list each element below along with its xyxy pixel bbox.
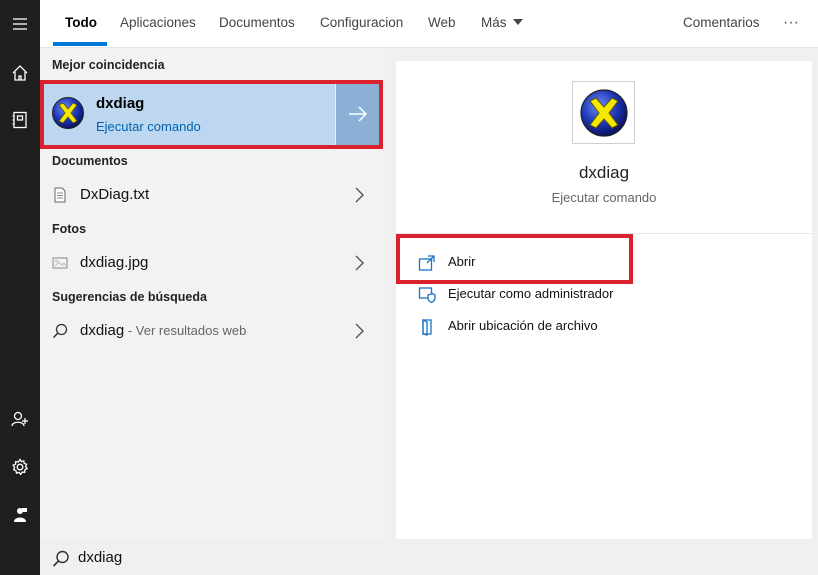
add-account-icon[interactable] — [0, 399, 40, 439]
tab-settings-label: Configuracion — [320, 15, 404, 30]
action-open-file-location[interactable]: Abrir ubicación de archivo — [418, 316, 798, 338]
search-icon — [52, 323, 68, 339]
search-scope-tabs: Todo Aplicaciones Documentos Configuraci… — [40, 0, 818, 48]
suggestion-text: dxdiag - Ver resultados web — [80, 322, 246, 339]
document-name: DxDiag.txt — [80, 186, 150, 203]
home-icon[interactable] — [0, 53, 40, 93]
more-options-button[interactable]: ··· — [783, 0, 799, 46]
tab-more-label: Más — [481, 15, 507, 30]
search-icon — [52, 550, 69, 567]
file-location-icon — [422, 318, 432, 336]
tab-web[interactable]: Web — [428, 0, 456, 46]
admin-shield-icon — [418, 287, 436, 304]
document-result-item[interactable]: DxDiag.txt — [40, 180, 384, 210]
chevron-right-icon[interactable] — [353, 254, 365, 272]
search-suggestions-heading: Sugerencias de búsqueda — [52, 290, 207, 304]
hamburger-menu-icon[interactable] — [0, 4, 40, 44]
tab-settings[interactable]: Configuracion — [320, 0, 403, 46]
tab-all[interactable]: Todo — [65, 0, 97, 46]
photo-result-item[interactable]: dxdiag.jpg — [40, 248, 384, 278]
tab-more[interactable]: Más — [481, 0, 523, 46]
image-file-icon — [52, 257, 68, 269]
left-rail — [0, 0, 40, 575]
action-open-file-location-label: Abrir ubicación de archivo — [448, 318, 598, 333]
preview-panel: dxdiag Ejecutar comando Abrir Ejecutar c… — [396, 61, 812, 539]
chevron-down-icon — [512, 19, 523, 26]
feedback-link[interactable]: Comentarios — [683, 0, 760, 46]
feedback-label: Comentarios — [683, 15, 760, 30]
action-run-as-admin[interactable]: Ejecutar como administrador — [418, 284, 798, 306]
suggestion-query: dxdiag — [80, 322, 125, 339]
suggestion-hint: - Ver resultados web — [124, 323, 247, 338]
directx-icon — [579, 88, 628, 137]
highlight-box-best-match — [40, 80, 383, 149]
documents-heading: Documentos — [52, 154, 128, 168]
photos-heading: Fotos — [52, 222, 87, 236]
text-file-icon — [54, 187, 66, 203]
highlight-box-open-action — [396, 234, 633, 284]
tab-apps-label: Aplicaciones — [120, 15, 196, 30]
more-options-icon: ··· — [783, 14, 799, 31]
chevron-right-icon[interactable] — [353, 186, 365, 204]
web-suggestion-item[interactable]: dxdiag - Ver resultados web — [40, 316, 384, 346]
search-bar — [40, 540, 818, 575]
active-tab-indicator — [53, 42, 107, 46]
best-match-heading: Mejor coincidencia — [52, 58, 165, 72]
action-run-as-admin-label: Ejecutar como administrador — [448, 286, 614, 301]
preview-title: dxdiag — [578, 163, 630, 182]
tab-all-label: Todo — [65, 15, 97, 30]
notebook-icon[interactable] — [0, 100, 40, 140]
preview-subtitle: Ejecutar comando — [551, 190, 657, 205]
search-input[interactable] — [78, 544, 578, 570]
app-icon-frame — [572, 81, 635, 144]
settings-gear-icon[interactable] — [0, 447, 40, 487]
tab-web-label: Web — [428, 15, 456, 30]
tab-documents[interactable]: Documentos — [219, 0, 295, 46]
tab-apps[interactable]: Aplicaciones — [120, 0, 196, 46]
tab-documents-label: Documentos — [219, 15, 295, 30]
feedback-person-icon[interactable] — [0, 495, 40, 535]
photo-name: dxdiag.jpg — [80, 254, 149, 271]
chevron-right-icon[interactable] — [353, 322, 365, 340]
